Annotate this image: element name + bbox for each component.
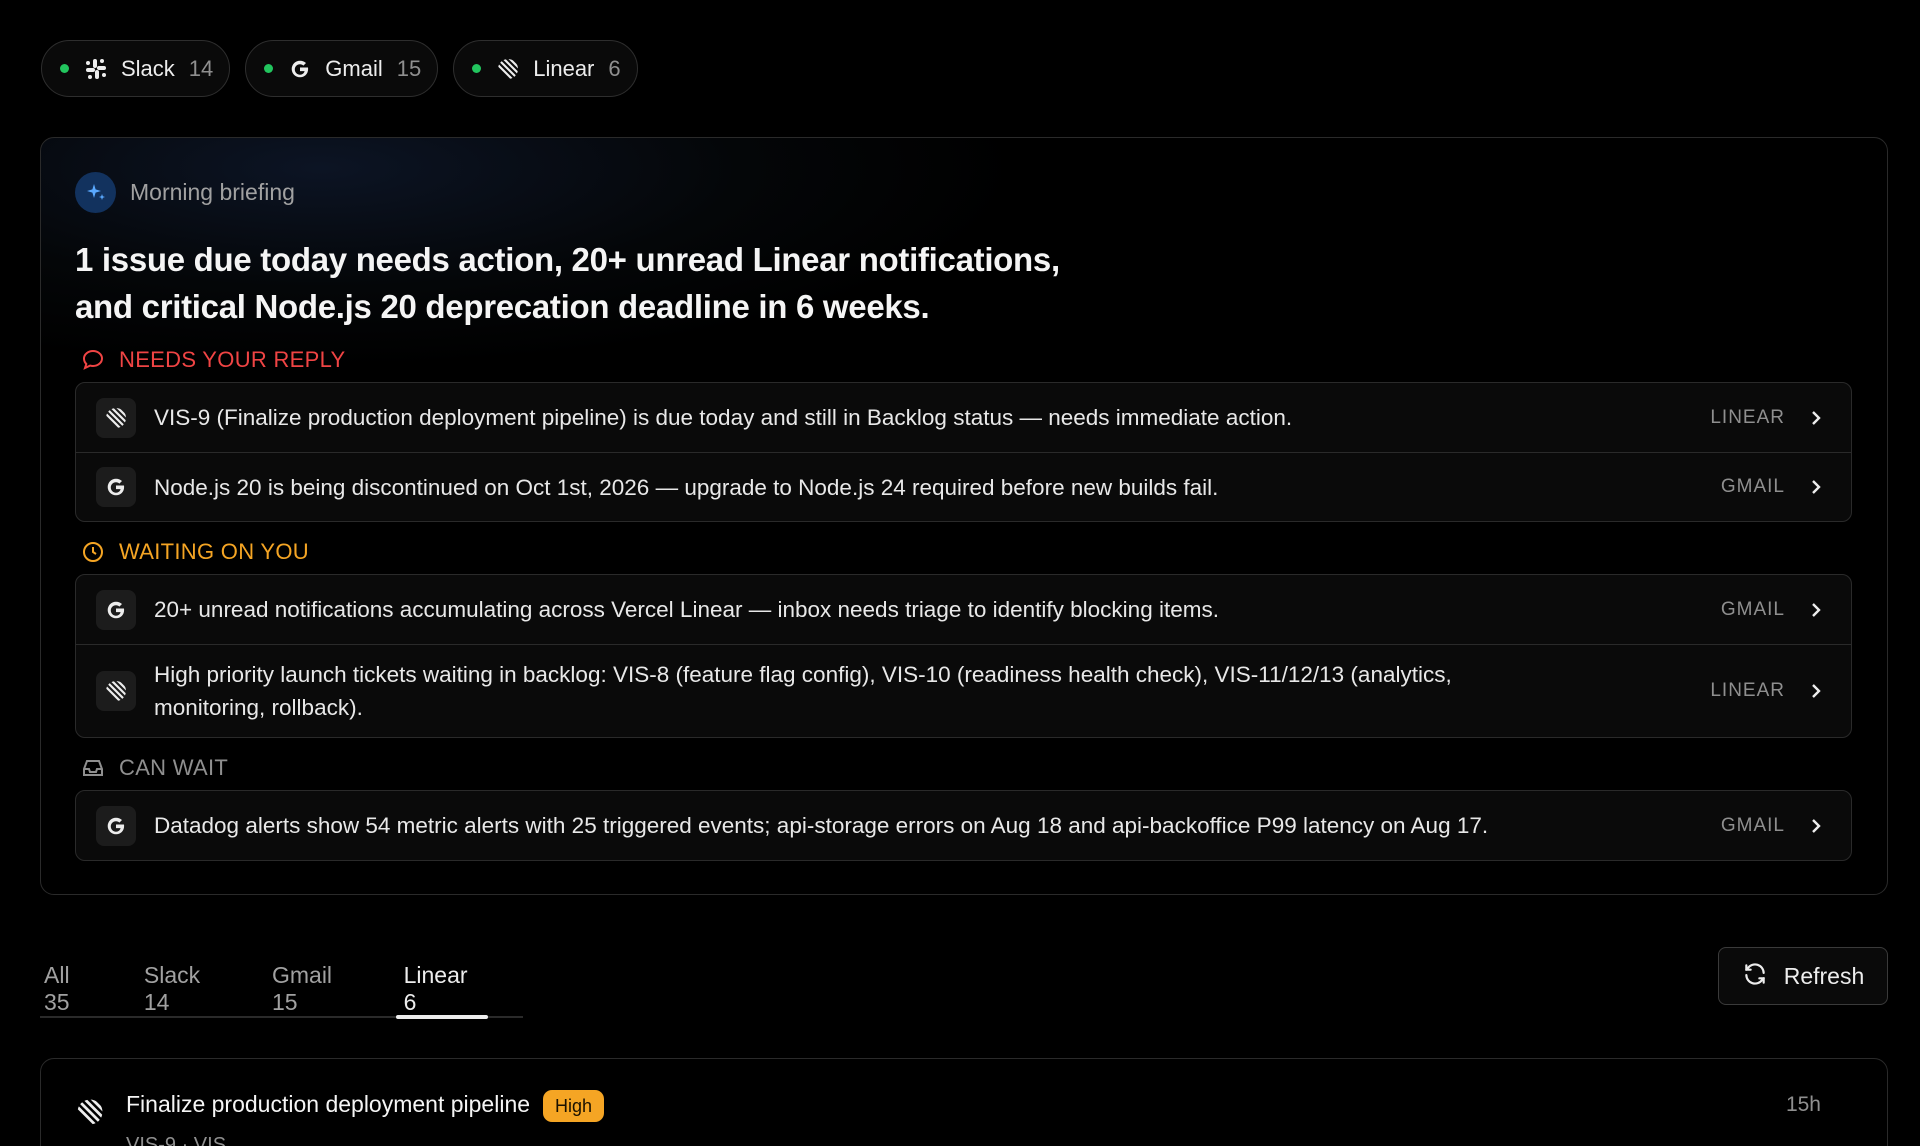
headline-line: and critical Node.js 20 deprecation dead… <box>75 288 930 325</box>
briefing-item-text: VIS-9 (Finalize production deployment pi… <box>154 405 1293 430</box>
linear-icon <box>96 671 136 711</box>
briefing-item-source: GMAIL <box>1720 814 1785 836</box>
can-wait-group: Datadog alerts show 54 metric alerts wit… <box>75 790 1852 861</box>
briefing-item-source: GMAIL <box>1720 476 1785 497</box>
source-tabs: All 35 Slack 14 Gmail 15 Linear 6 <box>40 952 523 1019</box>
slack-icon <box>83 56 109 82</box>
source-filters: Slack 14 Gmail 15 Linear 6 <box>41 40 638 97</box>
inbox-icon <box>81 756 105 780</box>
briefing-header: Morning briefing <box>75 172 295 213</box>
source-pill-label: Linear <box>533 55 595 81</box>
sparkle-icon <box>75 172 116 213</box>
source-pill-gmail[interactable]: Gmail 15 <box>245 40 439 97</box>
linear-icon <box>75 1097 105 1127</box>
chevron-right-icon <box>1809 409 1825 427</box>
refresh-button[interactable]: Refresh <box>1718 947 1888 1005</box>
status-dot <box>264 64 274 73</box>
briefing-headline: 1 issue due today needs action, 20+ unre… <box>75 236 1125 330</box>
source-pill-label: Slack <box>121 55 175 81</box>
issue-time: 15h <box>1785 1093 1821 1116</box>
linear-icon <box>495 56 521 82</box>
status-dot <box>60 64 69 73</box>
section-needs-reply: NEEDS YOUR REPLY <box>81 347 346 373</box>
tab-slack[interactable]: Slack 14 <box>140 952 229 1016</box>
briefing-item[interactable]: VIS-9 (Finalize production deployment pi… <box>76 383 1851 452</box>
briefing-item[interactable]: High priority launch tickets waiting in … <box>76 644 1851 737</box>
chat-bubble-icon <box>81 348 105 372</box>
source-pill-label: Gmail <box>325 55 383 81</box>
briefing-item-text: Datadog alerts show 54 metric alerts wit… <box>154 813 1489 838</box>
chevron-right-icon <box>1809 601 1825 619</box>
section-label: NEEDS YOUR REPLY <box>119 347 346 372</box>
gmail-icon <box>96 805 136 846</box>
briefing-item-text: Node.js 20 is being discontinued on Oct … <box>154 474 1219 500</box>
gmail-icon <box>96 467 136 507</box>
chevron-right-icon <box>1809 682 1825 700</box>
clock-icon <box>81 540 105 564</box>
section-waiting-on-you: WAITING ON YOU <box>81 539 309 565</box>
refresh-icon <box>1742 961 1768 992</box>
issue-subtitle: VIS-9 · VIS <box>126 1134 227 1146</box>
morning-briefing-card: Morning briefing 1 issue due today needs… <box>40 137 1888 895</box>
briefing-item-text: 20+ unread notifications accumulating ac… <box>154 597 1219 622</box>
gmail-icon <box>287 56 313 82</box>
issue-title: Finalize production deployment pipeline <box>126 1091 531 1117</box>
waiting-group: 20+ unread notifications accumulating ac… <box>75 574 1852 738</box>
source-pill-count: 14 <box>188 55 214 81</box>
issue-card[interactable]: Finalize production deployment pipeline … <box>40 1058 1888 1146</box>
gmail-icon <box>96 589 136 630</box>
chevron-right-icon <box>1809 817 1825 835</box>
refresh-label: Refresh <box>1783 962 1865 989</box>
briefing-item[interactable]: Node.js 20 is being discontinued on Oct … <box>76 452 1851 521</box>
section-can-wait: CAN WAIT <box>81 755 228 781</box>
briefing-item-source: LINEAR <box>1710 680 1785 701</box>
section-label: WAITING ON YOU <box>119 539 309 564</box>
source-pill-count: 15 <box>396 55 422 81</box>
tab-linear[interactable]: Linear 6 <box>395 952 489 1019</box>
briefing-item[interactable]: 20+ unread notifications accumulating ac… <box>76 575 1851 644</box>
source-pill-count: 6 <box>608 55 621 81</box>
briefing-item[interactable]: Datadog alerts show 54 metric alerts wit… <box>76 791 1851 860</box>
headline-line: 1 issue due today needs action, 20+ unre… <box>75 241 1060 278</box>
briefing-item-source: GMAIL <box>1720 598 1785 620</box>
reply-group: VIS-9 (Finalize production deployment pi… <box>75 382 1852 522</box>
chevron-right-icon <box>1809 478 1825 496</box>
source-pill-slack[interactable]: Slack 14 <box>41 40 231 97</box>
tab-all[interactable]: All 35 <box>40 952 101 1016</box>
source-pill-linear[interactable]: Linear 6 <box>453 40 638 97</box>
priority-badge: High <box>543 1090 605 1122</box>
tab-gmail[interactable]: Gmail 15 <box>268 952 361 1016</box>
status-dot <box>472 64 482 73</box>
linear-icon <box>96 397 136 438</box>
briefing-label: Morning briefing <box>130 179 295 205</box>
section-label: CAN WAIT <box>119 755 229 780</box>
briefing-item-text: High priority launch tickets waiting in … <box>154 662 1452 720</box>
briefing-item-source: LINEAR <box>1710 406 1785 428</box>
